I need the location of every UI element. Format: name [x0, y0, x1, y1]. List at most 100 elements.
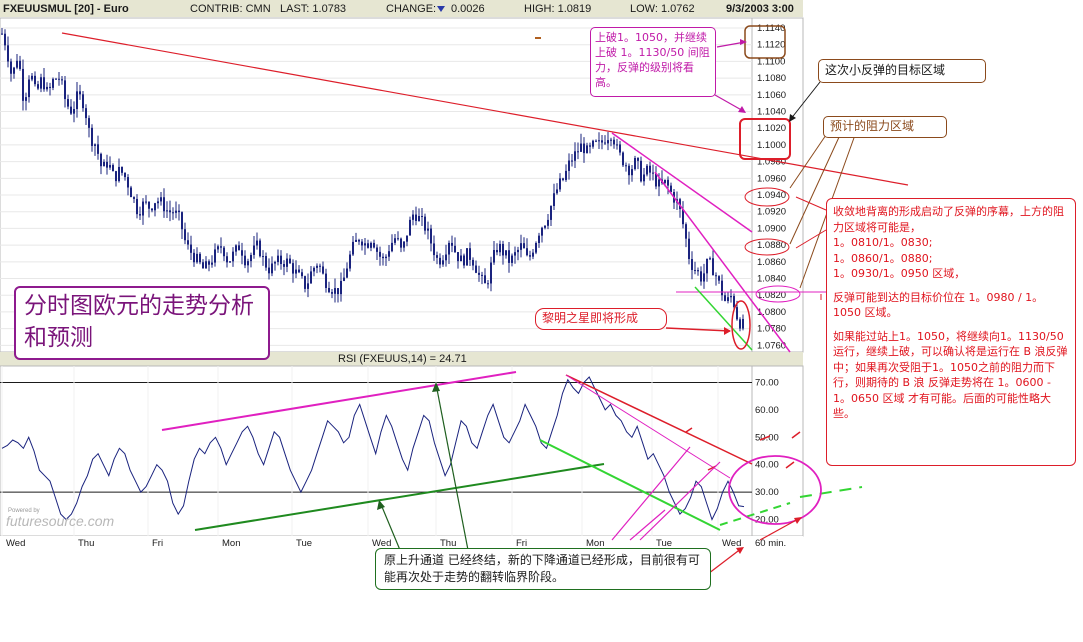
price-candle-body: [115, 171, 117, 182]
price-candle-body: [589, 145, 591, 147]
price-candle-body: [319, 265, 321, 267]
price-candle-body: [346, 268, 348, 278]
price-candle-body: [52, 78, 54, 88]
price-candle-body: [55, 78, 57, 80]
price-candle-body: [625, 165, 627, 167]
price-candle-body: [616, 144, 618, 146]
price-candle-body: [439, 257, 441, 265]
price-candle-body: [688, 238, 690, 260]
header-change-value: 0.0026: [451, 3, 485, 15]
bottom-note: 原上升通道 已经终结，新的下降通道已经形成，目前很有可能再次处于走势的翻转临界阶…: [375, 548, 711, 590]
price-candle-body: [97, 144, 99, 154]
price-candle-body: [463, 255, 465, 266]
price-candle-body: [22, 68, 24, 101]
price-candle-body: [223, 247, 225, 257]
price-candle-body: [364, 243, 366, 246]
price-candle-body: [193, 252, 195, 263]
price-candle-body: [160, 197, 162, 202]
price-candle-body: [568, 160, 570, 171]
price-candle-body: [550, 206, 552, 220]
price-candle-body: [415, 214, 417, 221]
price-candle-body: [433, 243, 435, 256]
price-candle-body: [124, 172, 126, 178]
price-candle-body: [394, 238, 396, 243]
price-candle-body: [100, 153, 102, 167]
price-tick-label: 1.0940: [757, 190, 786, 201]
price-candle-body: [37, 84, 39, 89]
price-candle-body: [82, 94, 84, 109]
price-candle-body: [475, 265, 477, 273]
day-label: Wed: [722, 538, 741, 549]
price-candle-body: [40, 77, 42, 89]
price-candle-body: [331, 292, 333, 294]
price-candle-body: [256, 240, 258, 246]
price-candle-body: [472, 259, 474, 266]
price-candle-body: [484, 275, 486, 284]
price-candle-body: [532, 252, 534, 257]
price-candle-body: [265, 256, 267, 268]
morning-star-label: 黎明之星即将形成: [535, 308, 667, 330]
price-candle-body: [244, 255, 246, 266]
resistance-zone-label: 预计的阻力区域: [823, 116, 947, 138]
price-candle-body: [565, 170, 567, 180]
target-zone-label: 这次小反弹的目标区域: [818, 59, 986, 83]
price-candle-body: [637, 158, 639, 161]
price-candle-body: [727, 297, 729, 301]
price-candle-body: [559, 178, 561, 190]
price-candle-body: [379, 251, 381, 257]
price-candle-body: [1, 33, 3, 35]
price-candle-body: [142, 201, 144, 216]
price-candle-body: [460, 255, 462, 262]
price-candle-body: [322, 266, 324, 274]
price-candle-body: [112, 165, 114, 172]
price-candle-body: [208, 261, 210, 265]
right-note: 收敛地背离的形成启动了反弹的序幕，上方的阻力区域将可能是， 1。0810/1。0…: [826, 198, 1076, 466]
price-candle-body: [730, 296, 732, 298]
price-tick-label: 1.0900: [757, 223, 786, 234]
price-candle-body: [493, 249, 495, 263]
price-candle-body: [664, 179, 666, 183]
price-candle-body: [34, 75, 36, 85]
price-candle-body: [109, 165, 111, 168]
price-candle-body: [505, 250, 507, 256]
price-candle-body: [121, 166, 123, 173]
header-last: LAST: 1.0783: [280, 3, 346, 15]
price-tick-label: 1.0860: [757, 257, 786, 268]
price-candle-body: [412, 214, 414, 220]
price-candle-body: [16, 60, 18, 68]
header-high: HIGH: 1.0819: [524, 3, 591, 15]
price-candle-body: [163, 197, 165, 212]
day-label: Tue: [296, 538, 312, 549]
price-candle-body: [316, 265, 318, 268]
price-candle-body: [409, 219, 411, 236]
resistance-zone-text: 预计的阻力区域: [830, 119, 915, 133]
price-candle-body: [421, 215, 423, 217]
price-candle-body: [184, 229, 186, 241]
price-candle-body: [520, 243, 522, 250]
price-candle-body: [283, 264, 285, 267]
price-candle-body: [418, 215, 420, 221]
price-candle-body: [238, 245, 240, 251]
price-candle-body: [328, 287, 330, 293]
price-candle-body: [43, 77, 45, 90]
price-candle-body: [547, 219, 549, 226]
price-candle-body: [262, 256, 264, 258]
right-note-intro: 收敛地背离的形成启动了反弹的序幕，上方的阻力区域将可能是，: [833, 205, 1064, 234]
price-candle-body: [466, 248, 468, 266]
price-candle-body: [721, 280, 723, 296]
day-label: Thu: [78, 538, 94, 549]
price-tick-label: 1.1060: [757, 90, 786, 101]
price-candle-body: [508, 250, 510, 263]
price-candle-body: [67, 99, 69, 107]
price-candle-body: [610, 139, 612, 141]
price-candle-body: [490, 262, 492, 284]
rsi-green-projection-2: [799, 486, 863, 498]
price-candle-body: [640, 160, 642, 182]
rsi-label: RSI (FXEUUS,14) = 24.71: [338, 353, 467, 365]
price-tick-label: 1.1080: [757, 73, 786, 84]
price-candle-body: [202, 262, 204, 269]
price-candle-body: [295, 269, 297, 274]
price-candle-body: [685, 224, 687, 239]
price-candle-body: [709, 258, 711, 260]
right-note-target: 反弹可能到达的目标价位在 1。0980 / 1。1050 区域。: [833, 290, 1044, 320]
